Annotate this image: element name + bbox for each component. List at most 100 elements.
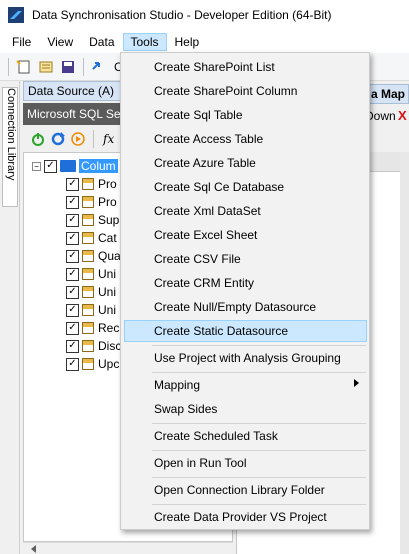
- menu-item-create-access-table[interactable]: Create Access Table: [124, 128, 367, 150]
- ds-toolbar-separator: [93, 130, 94, 148]
- title-bar: Data Synchronisation Studio - Developer …: [0, 0, 409, 30]
- item-label: Sup: [98, 213, 120, 227]
- item-checkbox[interactable]: ✓: [66, 285, 79, 299]
- item-label: Qua: [98, 249, 121, 263]
- connect-icon[interactable]: [90, 58, 108, 76]
- table-icon: [82, 304, 94, 316]
- window-title: Data Synchronisation Studio - Developer …: [32, 8, 332, 22]
- menu-item-create-sql-table[interactable]: Create Sql Table: [124, 104, 367, 126]
- item-checkbox[interactable]: ✓: [66, 357, 79, 371]
- menu-tools[interactable]: Tools: [122, 32, 167, 51]
- menu-file[interactable]: File: [4, 33, 39, 51]
- folder-icon: [60, 160, 76, 172]
- item-label: Uni: [98, 267, 117, 281]
- list-item[interactable]: ✓ Uni: [66, 283, 121, 301]
- menu-separator: [152, 504, 366, 505]
- list-item[interactable]: ✓ Uni: [66, 265, 121, 283]
- open-project-icon[interactable]: [37, 58, 55, 76]
- menu-separator: [152, 477, 366, 478]
- item-checkbox[interactable]: ✓: [66, 177, 79, 191]
- list-item[interactable]: ✓ Cat: [66, 229, 121, 247]
- item-label: Disc: [98, 339, 122, 353]
- item-checkbox[interactable]: ✓: [66, 321, 79, 335]
- menu-item-create-sql-ce-database[interactable]: Create Sql Ce Database: [124, 176, 367, 198]
- vertical-scrollbar[interactable]: [400, 152, 409, 554]
- toolbar-separator: [83, 57, 84, 76]
- menu-item-mapping[interactable]: Mapping: [124, 374, 367, 396]
- menu-item-create-excel-sheet[interactable]: Create Excel Sheet: [124, 224, 367, 246]
- table-icon: [82, 178, 94, 190]
- tree-root-node[interactable]: − ✓ Colum: [32, 157, 118, 175]
- submenu-arrow-icon: [354, 379, 359, 387]
- svg-text:fx: fx: [102, 132, 114, 146]
- menu-item-swap-sides[interactable]: Swap Sides: [124, 398, 367, 420]
- function-icon[interactable]: fx: [102, 132, 118, 146]
- menu-item-create-crm-entity[interactable]: Create CRM Entity: [124, 272, 367, 294]
- menu-item-connection-library-folder[interactable]: Open Connection Library Folder: [124, 479, 367, 501]
- menu-item-mapping-label: Mapping: [154, 378, 201, 392]
- save-icon[interactable]: [59, 58, 77, 76]
- root-checkbox[interactable]: ✓: [44, 159, 57, 173]
- app-logo-icon: [8, 7, 24, 23]
- menu-item-create-sharepoint-list[interactable]: Create SharePoint List: [124, 56, 367, 78]
- list-item[interactable]: ✓ Qua: [66, 247, 121, 265]
- menu-data[interactable]: Data: [81, 33, 122, 51]
- item-label: Upc: [98, 357, 120, 371]
- list-item[interactable]: ✓ Uni: [66, 301, 121, 319]
- tree-children: ✓ Pro ✓ Pro ✓ Sup ✓ Cat ✓ Qua ✓ Uni ✓ Uni ✓ Uni …: [66, 175, 121, 373]
- menu-help[interactable]: Help: [167, 33, 208, 51]
- menu-separator: [152, 372, 366, 373]
- scroll-left-icon[interactable]: [29, 544, 39, 554]
- list-item[interactable]: ✓ Pro: [66, 193, 121, 211]
- item-checkbox[interactable]: ✓: [66, 339, 79, 353]
- refresh-icon[interactable]: [51, 132, 65, 146]
- list-item[interactable]: ✓ Disc: [66, 337, 121, 355]
- menu-bar: File View Data Tools Help: [0, 30, 409, 53]
- menu-item-create-xml-dataset[interactable]: Create Xml DataSet: [124, 200, 367, 222]
- menu-separator: [152, 345, 366, 346]
- collapse-icon[interactable]: −: [32, 161, 41, 171]
- menu-item-create-sharepoint-column[interactable]: Create SharePoint Column: [124, 80, 367, 102]
- table-icon: [82, 322, 94, 334]
- list-item[interactable]: ✓ Upc: [66, 355, 121, 373]
- menu-item-create-azure-table[interactable]: Create Azure Table: [124, 152, 367, 174]
- menu-item-create-null-datasource[interactable]: Create Null/Empty Datasource: [124, 296, 367, 318]
- list-item[interactable]: ✓ Pro: [66, 175, 121, 193]
- connection-library-tab[interactable]: Connection Library: [2, 87, 18, 207]
- item-label: Uni: [98, 285, 117, 299]
- item-label: Rec: [98, 321, 120, 335]
- table-icon: [82, 232, 94, 244]
- item-checkbox[interactable]: ✓: [66, 195, 79, 209]
- item-label: Cat: [98, 231, 117, 245]
- new-project-icon[interactable]: [15, 58, 33, 76]
- menu-item-run-tool[interactable]: Open in Run Tool: [124, 452, 367, 474]
- item-checkbox[interactable]: ✓: [66, 231, 79, 245]
- tools-menu: Create SharePoint List Create SharePoint…: [120, 52, 370, 530]
- menu-item-create-csv-file[interactable]: Create CSV File: [124, 248, 367, 270]
- toolbar-grip: [8, 57, 9, 76]
- side-tab-strip: Connection Library: [0, 81, 20, 554]
- menu-item-create-static-datasource[interactable]: Create Static Datasource: [124, 320, 367, 342]
- menu-view[interactable]: View: [39, 33, 81, 51]
- horizontal-scrollbar[interactable]: [23, 542, 233, 554]
- connection-library-label: Connection Library: [5, 88, 17, 181]
- list-item[interactable]: ✓ Sup: [66, 211, 121, 229]
- menu-item-analysis-grouping[interactable]: Use Project with Analysis Grouping: [124, 347, 367, 369]
- power-icon[interactable]: [31, 132, 45, 146]
- close-icon[interactable]: X: [398, 108, 407, 123]
- item-checkbox[interactable]: ✓: [66, 267, 79, 281]
- table-icon: [82, 340, 94, 352]
- play-icon[interactable]: [71, 132, 85, 146]
- root-label: Colum: [79, 159, 118, 173]
- table-icon: [82, 268, 94, 280]
- table-icon: [82, 214, 94, 226]
- item-checkbox[interactable]: ✓: [66, 303, 79, 317]
- menu-item-vs-project[interactable]: Create Data Provider VS Project: [124, 506, 367, 528]
- list-item[interactable]: ✓ Rec: [66, 319, 121, 337]
- item-checkbox[interactable]: ✓: [66, 213, 79, 227]
- table-icon: [82, 286, 94, 298]
- menu-separator: [152, 423, 366, 424]
- menu-item-scheduled-task[interactable]: Create Scheduled Task: [124, 425, 367, 447]
- menu-separator: [152, 450, 366, 451]
- item-checkbox[interactable]: ✓: [66, 249, 79, 263]
